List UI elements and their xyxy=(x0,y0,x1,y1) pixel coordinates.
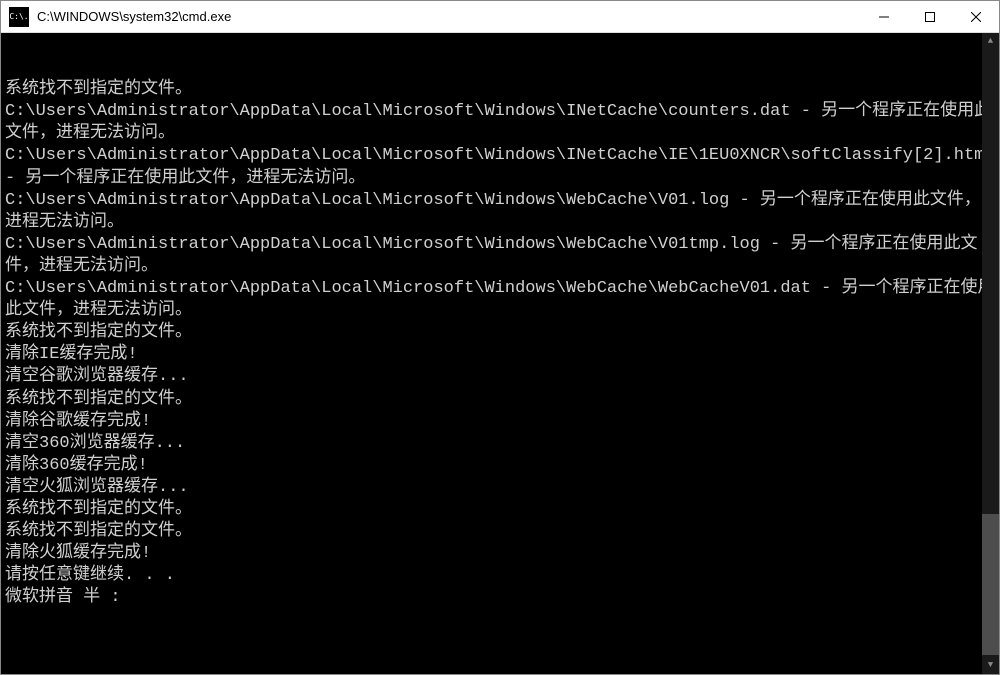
terminal-line: C:\Users\Administrator\AppData\Local\Mic… xyxy=(5,234,997,278)
terminal-line: 系统找不到指定的文件。 xyxy=(5,389,997,411)
terminal-line: C:\Users\Administrator\AppData\Local\Mic… xyxy=(5,101,997,145)
terminal-line: 系统找不到指定的文件。 xyxy=(5,521,997,543)
terminal-output[interactable]: 系统找不到指定的文件。C:\Users\Administrator\AppDat… xyxy=(1,33,999,674)
window-controls xyxy=(861,1,999,32)
maximize-icon xyxy=(925,12,935,22)
terminal-line: 系统找不到指定的文件。 xyxy=(5,499,997,521)
terminal-content: 系统找不到指定的文件。C:\Users\Administrator\AppDat… xyxy=(5,79,997,609)
terminal-line: 清空360浏览器缓存... xyxy=(5,433,997,455)
cmd-icon: C:\. xyxy=(9,7,29,27)
minimize-button[interactable] xyxy=(861,1,907,32)
terminal-line: 清空谷歌浏览器缓存... xyxy=(5,366,997,388)
terminal-line: 系统找不到指定的文件。 xyxy=(5,322,997,344)
close-icon xyxy=(971,12,981,22)
scrollbar[interactable]: ▲ ▼ xyxy=(982,33,999,674)
terminal-line: 清除IE缓存完成! xyxy=(5,344,997,366)
terminal-line: 系统找不到指定的文件。 xyxy=(5,79,997,101)
terminal-line: C:\Users\Administrator\AppData\Local\Mic… xyxy=(5,190,997,234)
titlebar[interactable]: C:\. C:\WINDOWS\system32\cmd.exe xyxy=(1,1,999,33)
terminal-line: 清空火狐浏览器缓存... xyxy=(5,477,997,499)
scroll-up-arrow[interactable]: ▲ xyxy=(982,33,999,50)
close-button[interactable] xyxy=(953,1,999,32)
minimize-icon xyxy=(879,12,889,22)
cmd-window: C:\. C:\WINDOWS\system32\cmd.exe 系统找不到指定… xyxy=(0,0,1000,675)
terminal-line: C:\Users\Administrator\AppData\Local\Mic… xyxy=(5,145,997,189)
terminal-line: 清除谷歌缓存完成! xyxy=(5,411,997,433)
scrollbar-thumb[interactable] xyxy=(982,514,999,655)
terminal-line: 请按任意键继续. . . xyxy=(5,565,997,587)
window-title: C:\WINDOWS\system32\cmd.exe xyxy=(37,9,861,24)
terminal-line: C:\Users\Administrator\AppData\Local\Mic… xyxy=(5,278,997,322)
terminal-line: 清除360缓存完成! xyxy=(5,455,997,477)
maximize-button[interactable] xyxy=(907,1,953,32)
terminal-line: 微软拼音 半 : xyxy=(5,587,997,609)
terminal-line: 清除火狐缓存完成! xyxy=(5,543,997,565)
scroll-down-arrow[interactable]: ▼ xyxy=(982,657,999,674)
